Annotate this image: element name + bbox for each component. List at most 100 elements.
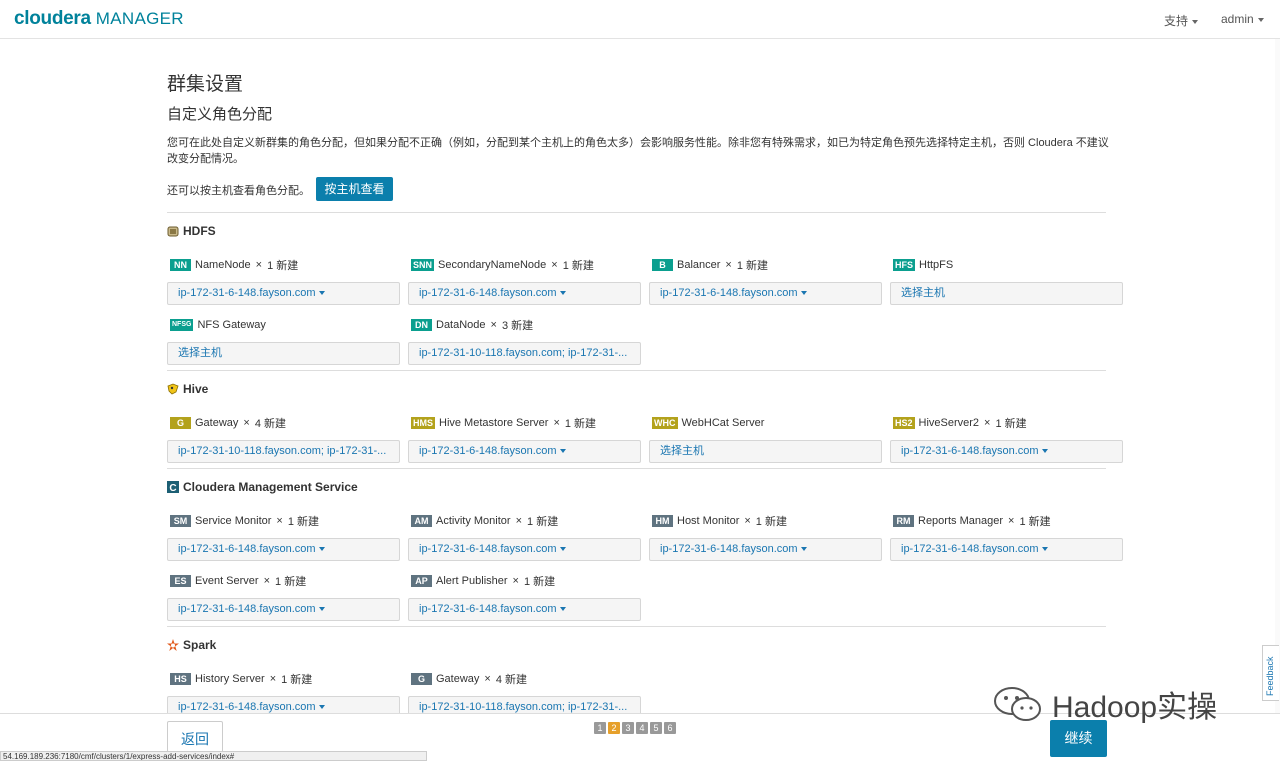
- host-selector-value: 选择主机: [901, 287, 945, 299]
- role-name: HttpFS: [919, 259, 954, 271]
- times-sign: ×: [984, 417, 991, 429]
- role-badge: HS2: [893, 417, 915, 429]
- role-assignment: HS2 HiveServer2 × 1 新建 ip-172-31-6-148.fayso…: [890, 416, 1123, 463]
- cloudera-manager-logo[interactable]: cloudera MANAGER: [14, 8, 184, 30]
- host-selector[interactable]: ip-172-31-6-148.fayson.com: [649, 538, 882, 561]
- service-title: Spark: [167, 638, 216, 652]
- feedback-label: Feedback: [1265, 656, 1275, 696]
- times-sign: ×: [744, 515, 751, 527]
- host-selector[interactable]: 选择主机: [167, 342, 400, 365]
- feedback-tab[interactable]: Feedback: [1262, 645, 1279, 701]
- role-header: G Gateway × 4 新建: [408, 672, 641, 686]
- host-selector[interactable]: ip-172-31-6-148.fayson.com: [167, 538, 400, 561]
- role-assignment: HM Host Monitor × 1 新建 ip-172-31-6-148.fayso…: [649, 514, 882, 561]
- host-selector-value: ip-172-31-6-148.fayson.com: [419, 603, 557, 615]
- times-sign: ×: [243, 417, 250, 429]
- host-selector[interactable]: 选择主机: [649, 440, 882, 463]
- role-header: AP Alert Publisher × 1 新建: [408, 574, 641, 588]
- pager-step[interactable]: 1: [594, 722, 606, 734]
- times-sign: ×: [725, 259, 732, 271]
- role-badge: RM: [893, 515, 914, 527]
- host-selector-value: 选择主机: [178, 347, 222, 359]
- role-instance-count: 1 新建: [275, 576, 307, 588]
- chevron-down-icon: [559, 607, 566, 612]
- host-selector-value: ip-172-31-6-148.fayson.com: [419, 445, 557, 457]
- role-assignment: HMS Hive Metastore Server × 1 新建 ip-172-31-6…: [408, 416, 641, 463]
- role-badge: G: [170, 417, 191, 429]
- logo-sub-text: MANAGER: [95, 9, 184, 28]
- host-selector-value: ip-172-31-6-148.fayson.com: [419, 543, 557, 555]
- role-header: RM Reports Manager × 1 新建: [890, 514, 1123, 528]
- role-name: Balancer: [677, 259, 721, 271]
- role-instance-count: 1 新建: [562, 260, 594, 272]
- role-assignment: NN NameNode × 1 新建 ip-172-31-6-148.fayson.co…: [167, 258, 400, 305]
- host-selector[interactable]: ip-172-31-6-148.fayson.com: [890, 538, 1123, 561]
- role-badge: NFSG: [170, 319, 194, 331]
- host-selector-value: ip-172-31-6-148.fayson.com: [419, 287, 557, 299]
- role-name: DataNode: [436, 319, 486, 331]
- times-sign: ×: [255, 259, 263, 271]
- host-selector[interactable]: ip-172-31-6-148.fayson.com: [649, 282, 882, 305]
- role-badge: HFS: [893, 259, 915, 271]
- role-name: Service Monitor: [195, 515, 272, 527]
- service-name: Spark: [183, 638, 217, 652]
- role-badge: HS: [170, 673, 191, 685]
- pager-step[interactable]: 6: [664, 722, 676, 734]
- role-name: Reports Manager: [918, 515, 1003, 527]
- pager-step[interactable]: 3: [622, 722, 634, 734]
- host-selector[interactable]: ip-172-31-6-148.fayson.com: [167, 598, 400, 621]
- user-menu[interactable]: admin: [1221, 12, 1264, 26]
- chevron-down-icon: [1192, 19, 1199, 24]
- svg-text:C: C: [169, 483, 176, 493]
- pager-step[interactable]: 2: [608, 722, 620, 734]
- chevron-down-icon: [1041, 449, 1048, 454]
- times-sign: ×: [490, 319, 497, 331]
- host-selector[interactable]: ip-172-31-10-118.fayson.com; ip-172-31-.…: [408, 342, 641, 365]
- role-badge: B: [652, 259, 673, 271]
- chevron-down-icon: [318, 607, 325, 612]
- role-instance-count: 1 新建: [281, 674, 313, 686]
- service-title: HDFS: [167, 224, 216, 238]
- role-instance-count: 1 新建: [1019, 516, 1051, 528]
- pager-step[interactable]: 4: [636, 722, 648, 734]
- host-selector-value: ip-172-31-6-148.fayson.com: [901, 445, 1039, 457]
- role-assignment: SM Service Monitor × 1 新建 ip-172-31-6-148.fa…: [167, 514, 400, 561]
- role-name: HiveServer2: [918, 417, 980, 429]
- role-header: G Gateway × 4 新建: [167, 416, 400, 430]
- role-name: Activity Monitor: [436, 515, 511, 527]
- host-selector-value: ip-172-31-6-148.fayson.com: [901, 543, 1039, 555]
- host-selector-value: ip-172-31-6-148.fayson.com: [178, 287, 316, 299]
- role-instance-count: 3 新建: [501, 320, 534, 332]
- host-selector[interactable]: 选择主机: [890, 282, 1123, 305]
- view-by-host-button[interactable]: 按主机查看: [316, 177, 393, 201]
- host-selector[interactable]: ip-172-31-6-148.fayson.com: [890, 440, 1123, 463]
- wizard-step-pager: 123456: [594, 722, 676, 734]
- host-selector[interactable]: ip-172-31-6-148.fayson.com: [408, 538, 641, 561]
- role-header: NFSG NFS Gateway: [167, 318, 400, 332]
- host-selector[interactable]: ip-172-31-6-148.fayson.com: [167, 282, 400, 305]
- times-sign: ×: [512, 575, 519, 587]
- chevron-down-icon: [800, 291, 807, 296]
- role-name: Gateway: [436, 673, 480, 685]
- role-name: Hive Metastore Server: [439, 417, 549, 429]
- host-selector[interactable]: ip-172-31-10-118.fayson.com; ip-172-31-.…: [167, 440, 400, 463]
- times-sign: ×: [515, 515, 523, 527]
- page-scrollbar[interactable]: [1275, 39, 1280, 713]
- host-selector[interactable]: ip-172-31-6-148.fayson.com: [408, 598, 641, 621]
- role-badge: HMS: [411, 417, 435, 429]
- host-selector[interactable]: ip-172-31-6-148.fayson.com: [408, 440, 641, 463]
- role-header: AM Activity Monitor × 1 新建: [408, 514, 641, 528]
- times-sign: ×: [263, 575, 271, 587]
- role-assignment: DN DataNode × 3 新建 ip-172-31-10-118.fayson.c…: [408, 318, 641, 365]
- pager-step[interactable]: 5: [650, 722, 662, 734]
- chevron-down-icon: [1041, 547, 1048, 552]
- role-instance-count: 1 新建: [267, 260, 299, 272]
- role-header: DN DataNode × 3 新建: [408, 318, 641, 332]
- logo-main-text: cloudera: [14, 8, 91, 29]
- times-sign: ×: [276, 515, 283, 527]
- service-name: Cloudera Management Service: [183, 480, 358, 494]
- chevron-down-icon: [800, 547, 807, 552]
- page-title: 群集设置: [167, 74, 244, 95]
- support-menu[interactable]: 支持: [1164, 12, 1199, 29]
- host-selector[interactable]: ip-172-31-6-148.fayson.com: [408, 282, 641, 305]
